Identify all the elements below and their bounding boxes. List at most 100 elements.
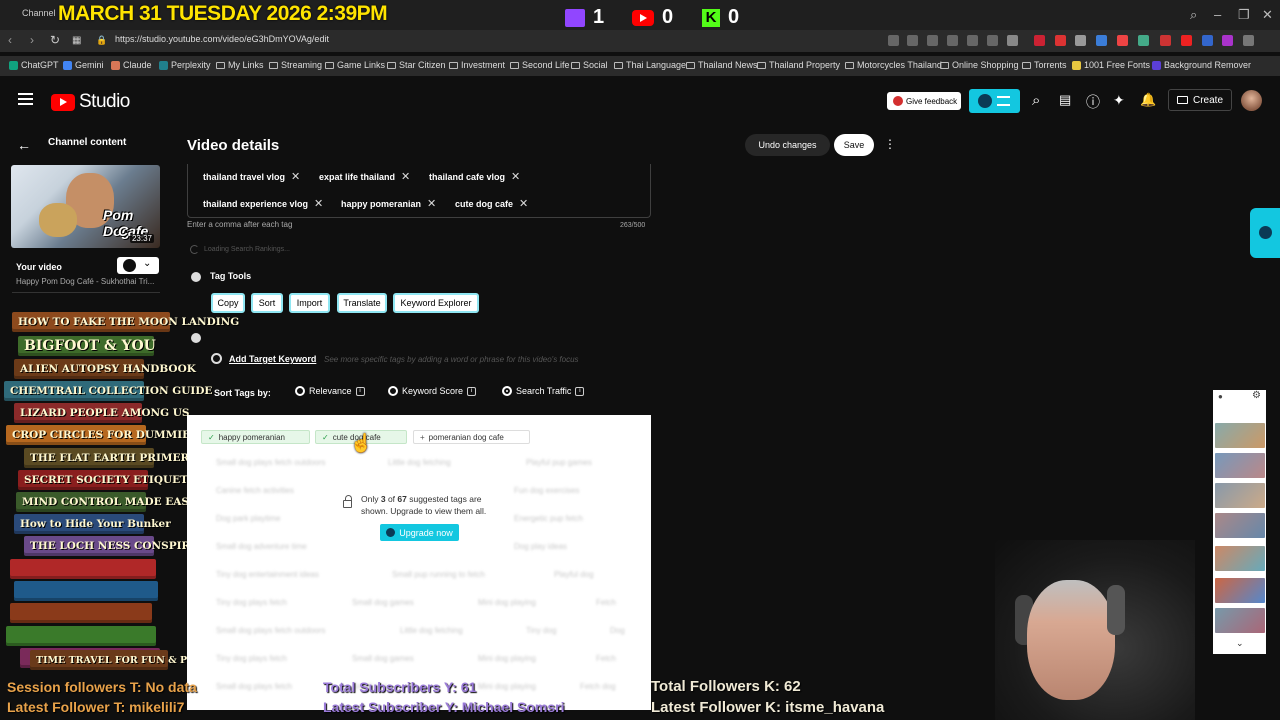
- bookmark-folder[interactable]: Thailand News: [686, 60, 758, 70]
- extension-icon[interactable]: [1075, 35, 1086, 46]
- menu-icon[interactable]: [18, 93, 33, 105]
- bookmark-item[interactable]: 1001 Free Fonts: [1072, 60, 1150, 70]
- back-nav-icon[interactable]: ‹: [8, 33, 12, 47]
- extension-icon[interactable]: [1181, 35, 1192, 46]
- more-options-icon[interactable]: ⋮: [884, 137, 896, 151]
- forward-nav-icon[interactable]: ›: [30, 33, 34, 47]
- tubebuddy-menu-button[interactable]: [969, 89, 1020, 113]
- bookmark-item[interactable]: ChatGPT: [9, 60, 59, 70]
- remove-tag-icon[interactable]: ✕: [314, 197, 323, 210]
- suggested-tag-chip[interactable]: + pomeranian dog cafe: [413, 430, 530, 444]
- bookmark-folder[interactable]: Second Life: [510, 60, 570, 70]
- bookmark-folder[interactable]: My Links: [216, 60, 264, 70]
- help-icon[interactable]: ⓘ: [1086, 92, 1100, 112]
- bookmark-folder[interactable]: Social: [571, 60, 608, 70]
- thumbnail-frame[interactable]: [1215, 453, 1265, 478]
- search-icon[interactable]: ⌕: [1032, 92, 1040, 109]
- remove-tag-icon[interactable]: ✕: [519, 197, 528, 210]
- browser-search-icon[interactable]: ⌕: [1190, 7, 1197, 23]
- bookmark-item[interactable]: Gemini: [63, 60, 104, 70]
- channel-content-link[interactable]: Channel content: [48, 137, 126, 148]
- sort-tags-button[interactable]: Sort: [251, 293, 283, 313]
- bookmark-folder[interactable]: Star Citizen: [387, 60, 446, 70]
- extension-icon[interactable]: [1055, 35, 1066, 46]
- extension-icon[interactable]: [907, 35, 918, 46]
- bookmark-item[interactable]: Background Remover: [1152, 60, 1251, 70]
- chevron-down-icon[interactable]: ⌄: [1236, 638, 1244, 649]
- avatar[interactable]: [1241, 90, 1262, 111]
- bookmark-folder[interactable]: Torrents: [1022, 60, 1067, 70]
- thumbnail-frame[interactable]: [1215, 578, 1265, 603]
- add-target-keyword-link[interactable]: Add Target Keyword: [229, 354, 316, 364]
- bookmark-folder[interactable]: Thailand Property: [757, 60, 840, 70]
- extension-icon[interactable]: [1117, 35, 1128, 46]
- give-feedback-button[interactable]: Give feedback: [887, 92, 961, 110]
- thumbnail-frame[interactable]: [1215, 423, 1265, 448]
- url-field[interactable]: https://studio.youtube.com/video/eG3hDmY…: [115, 34, 329, 44]
- sort-search-traffic-radio[interactable]: Search Traffic i: [502, 386, 585, 396]
- suggested-tag-chip[interactable]: ✓ happy pomeranian: [201, 430, 310, 444]
- bookmark-folder[interactable]: Streaming: [269, 60, 322, 70]
- extension-icon[interactable]: [1138, 35, 1149, 46]
- restore-icon[interactable]: ❐: [1238, 7, 1250, 23]
- upgrade-now-button[interactable]: Upgrade now: [380, 524, 459, 541]
- tubebuddy-side-tab[interactable]: [1250, 208, 1280, 258]
- extension-icon[interactable]: [1222, 35, 1233, 46]
- messages-icon[interactable]: ▤: [1059, 92, 1071, 108]
- translate-tags-button[interactable]: Translate: [337, 293, 387, 313]
- tubebuddy-icon: [123, 259, 136, 272]
- info-icon[interactable]: i: [467, 386, 477, 396]
- remove-tag-icon[interactable]: ✕: [427, 197, 436, 210]
- thumbnail-frame[interactable]: [1215, 546, 1265, 571]
- profile-icon[interactable]: [1007, 35, 1018, 46]
- back-arrow-icon[interactable]: ←: [17, 137, 31, 153]
- copy-tags-button[interactable]: Copy: [211, 293, 245, 313]
- settings-gear-icon[interactable]: ⚙: [1252, 390, 1261, 401]
- save-button[interactable]: Save: [834, 134, 874, 156]
- bookmark-folder[interactable]: Game Links: [325, 60, 385, 70]
- bookmark-folder[interactable]: Thai Language: [614, 60, 686, 70]
- bookmark-folder[interactable]: Motorcycles Thailand: [845, 60, 942, 70]
- studio-logo[interactable]: Studio: [51, 91, 130, 113]
- notifications-icon[interactable]: 🔔: [1140, 92, 1156, 108]
- bookmark-folder[interactable]: Investment: [449, 60, 505, 70]
- bookmark-folder[interactable]: Online Shopping: [940, 60, 1019, 70]
- extension-icon[interactable]: [927, 35, 938, 46]
- remove-tag-icon[interactable]: ✕: [291, 170, 300, 183]
- sort-relevance-radio[interactable]: Relevance i: [295, 386, 365, 396]
- extension-icon[interactable]: [1096, 35, 1107, 46]
- download-icon[interactable]: [967, 35, 978, 46]
- tab-grid-icon[interactable]: ▦: [72, 35, 81, 46]
- reload-icon[interactable]: ↻: [50, 33, 60, 47]
- import-tags-button[interactable]: Import: [289, 293, 330, 313]
- sparkle-icon[interactable]: ✦: [1113, 92, 1125, 109]
- star-icon[interactable]: [947, 35, 958, 46]
- thumbnail-frame[interactable]: [1215, 608, 1265, 633]
- tubebuddy-dropdown[interactable]: ⌄: [117, 257, 159, 274]
- extension-icon[interactable]: [1034, 35, 1045, 46]
- keyword-explorer-button[interactable]: Keyword Explorer: [393, 293, 479, 313]
- extension-icon[interactable]: [1160, 35, 1171, 46]
- minimize-icon[interactable]: –: [1214, 7, 1221, 22]
- remove-tag-icon[interactable]: ✕: [511, 170, 520, 183]
- browser-tab[interactable]: Channel: [22, 8, 56, 18]
- info-icon[interactable]: i: [575, 386, 585, 396]
- thumbnail-frame[interactable]: [1215, 483, 1265, 508]
- thumbnail-frame[interactable]: [1215, 513, 1265, 538]
- remove-tag-icon[interactable]: ✕: [401, 170, 410, 183]
- extension-icon[interactable]: [1243, 35, 1254, 46]
- info-icon[interactable]: i: [355, 386, 365, 396]
- create-button[interactable]: Create: [1168, 89, 1232, 111]
- locked-tag: Small dog games: [352, 598, 414, 607]
- close-icon[interactable]: ✕: [1262, 7, 1273, 23]
- undo-changes-button[interactable]: Undo changes: [745, 134, 830, 156]
- kick-counter: K0: [702, 6, 739, 29]
- bookmark-item[interactable]: Claude: [111, 60, 152, 70]
- extension-icon[interactable]: [1202, 35, 1213, 46]
- menu-list-icon[interactable]: [987, 35, 998, 46]
- video-thumbnail[interactable]: Pom Dog Cafe 23:37: [11, 165, 160, 248]
- sort-keyword-score-radio[interactable]: Keyword Score i: [388, 386, 477, 396]
- locked-tag: Energetic pup fetch: [514, 514, 583, 523]
- bookmark-item[interactable]: Perplexity: [159, 60, 211, 70]
- extension-icon[interactable]: [888, 35, 899, 46]
